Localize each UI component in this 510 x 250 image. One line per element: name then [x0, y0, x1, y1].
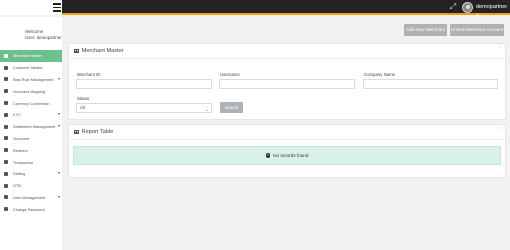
- sidebar-item-vouchers-mapping[interactable]: Vouchers Mapping: [0, 85, 62, 97]
- caret-down-icon: [58, 77, 60, 80]
- menu-icon[interactable]: [53, 3, 61, 12]
- sidebar-item-currency-conversion[interactable]: Currency Conversion: [0, 97, 62, 109]
- sidebar-item-setting[interactable]: Setting: [0, 168, 62, 180]
- merchant-id-input[interactable]: [76, 79, 212, 89]
- sidebar-nav: Merchant Master Customer Master Bias Rule …: [0, 50, 62, 215]
- merchant-id-label: Merchant ID: [77, 72, 101, 77]
- caret-down-icon: [58, 112, 60, 115]
- sidebar-item-label: Customer Master: [13, 65, 43, 71]
- sidebar: Welcome User: demopartner Merchant Maste…: [0, 17, 62, 250]
- sidebar-item-change-password[interactable]: Change Password: [0, 203, 62, 215]
- user-name: demopartner: [476, 4, 508, 10]
- tag-icon: [4, 89, 8, 94]
- sidebar-item-redeem[interactable]: Redeem: [0, 144, 62, 156]
- sidebar-item-user-management[interactable]: User Management: [0, 192, 62, 204]
- status-selected-value: All: [80, 105, 85, 110]
- sidebar-item-bias-rule-management[interactable]: Bias Rule Management: [0, 74, 62, 86]
- divider: [69, 58, 505, 59]
- user-icon: [4, 53, 8, 58]
- sidebar-item-kyc[interactable]: KYC: [0, 109, 62, 121]
- merchant-master-panel: Merchant Master ⌃ Merchant ID Username C…: [68, 43, 506, 120]
- sidebar-item-label: Currency Conversion: [13, 100, 50, 106]
- caret-down-icon: [58, 124, 60, 127]
- sidebar-item-label: Redeem: [13, 147, 28, 153]
- sidebar-item-label: Bias Rule Management: [13, 76, 54, 82]
- info-icon: i: [265, 153, 271, 158]
- sidebar-item-label: Vouchers: [13, 135, 30, 141]
- sidebar-item-customer-master[interactable]: Customer Master: [0, 62, 62, 74]
- sidebar-item-settlement-management[interactable]: Settlement Management: [0, 121, 62, 133]
- grid-icon: [74, 48, 79, 54]
- grid-icon: [74, 129, 79, 135]
- sidebar-item-transaction[interactable]: Transaction: [0, 156, 62, 168]
- redeem-icon: [4, 148, 8, 153]
- sidebar-item-label: Transaction: [13, 159, 34, 165]
- caret-down-icon: [58, 195, 60, 198]
- user-icon: [4, 65, 8, 70]
- sidebar-item-label: User Management: [13, 194, 46, 200]
- sidebar-item-vouchers[interactable]: Vouchers: [0, 133, 62, 145]
- caret-down-icon: [58, 171, 60, 174]
- no-records-notice: i No records found: [73, 146, 501, 165]
- search-button[interactable]: Search: [220, 102, 243, 113]
- users-icon: [4, 195, 8, 200]
- sidebar-item-label: KYC: [13, 112, 21, 118]
- sidebar-header: [0, 0, 62, 15]
- sidebar-item-merchant-master[interactable]: Merchant Master: [0, 50, 62, 62]
- chevron-down-icon: ⌄: [205, 107, 209, 112]
- sidebar-item-otb[interactable]: OTB: [0, 180, 62, 192]
- merchant-master-title: Merchant Master: [81, 48, 124, 54]
- report-table-panel: Report Table ⌃ i No records found: [68, 124, 506, 178]
- rules-icon: [4, 77, 8, 82]
- collapse-icon[interactable]: ⌃: [497, 46, 501, 52]
- lock-icon: [4, 207, 8, 212]
- report-table-title: Report Table: [81, 129, 114, 135]
- collapse-icon[interactable]: ⌃: [497, 127, 501, 133]
- user-line: User: demopartner: [25, 34, 62, 40]
- tag-icon: [4, 136, 8, 141]
- no-records-text: No records found: [273, 153, 309, 158]
- otb-icon: [4, 183, 8, 188]
- welcome-block: Welcome User: demopartner: [25, 29, 62, 40]
- status-select[interactable]: All ⌄: [76, 103, 212, 113]
- company-name-label: Company Name: [364, 72, 396, 77]
- add-new-merchant-button[interactable]: Add New Merchant: [404, 24, 447, 36]
- sidebar-item-label: OTB: [13, 183, 21, 189]
- username-label: Username: [220, 72, 240, 77]
- sidebar-item-label: Settlement Management: [13, 124, 56, 130]
- expand-icon[interactable]: ⤢: [448, 2, 458, 12]
- gear-icon: [4, 171, 8, 176]
- sidebar-item-label: Vouchers Mapping: [13, 88, 46, 94]
- unlock-merchant-account-button[interactable]: Unlock Merchant Account: [450, 24, 504, 36]
- divider: [69, 139, 505, 140]
- panel-title: Merchant Master: [74, 48, 124, 54]
- transaction-icon: [4, 160, 8, 165]
- refresh-icon: [4, 101, 8, 106]
- sidebar-item-label: Setting: [13, 171, 26, 177]
- sidebar-item-label: Merchant Master: [13, 53, 43, 59]
- panel-title: Report Table: [74, 129, 113, 135]
- user-avatar[interactable]: [462, 2, 473, 13]
- settle-icon: [4, 124, 8, 129]
- username-input[interactable]: [219, 79, 355, 89]
- top-navbar: ⤢ demopartner ▾: [0, 0, 510, 19]
- sidebar-item-label: Change Password: [13, 206, 45, 212]
- company-name-input[interactable]: [363, 79, 498, 89]
- status-label: Status: [77, 96, 90, 101]
- user-menu-button[interactable]: demopartner ▾: [476, 3, 510, 21]
- id-icon: [4, 112, 8, 117]
